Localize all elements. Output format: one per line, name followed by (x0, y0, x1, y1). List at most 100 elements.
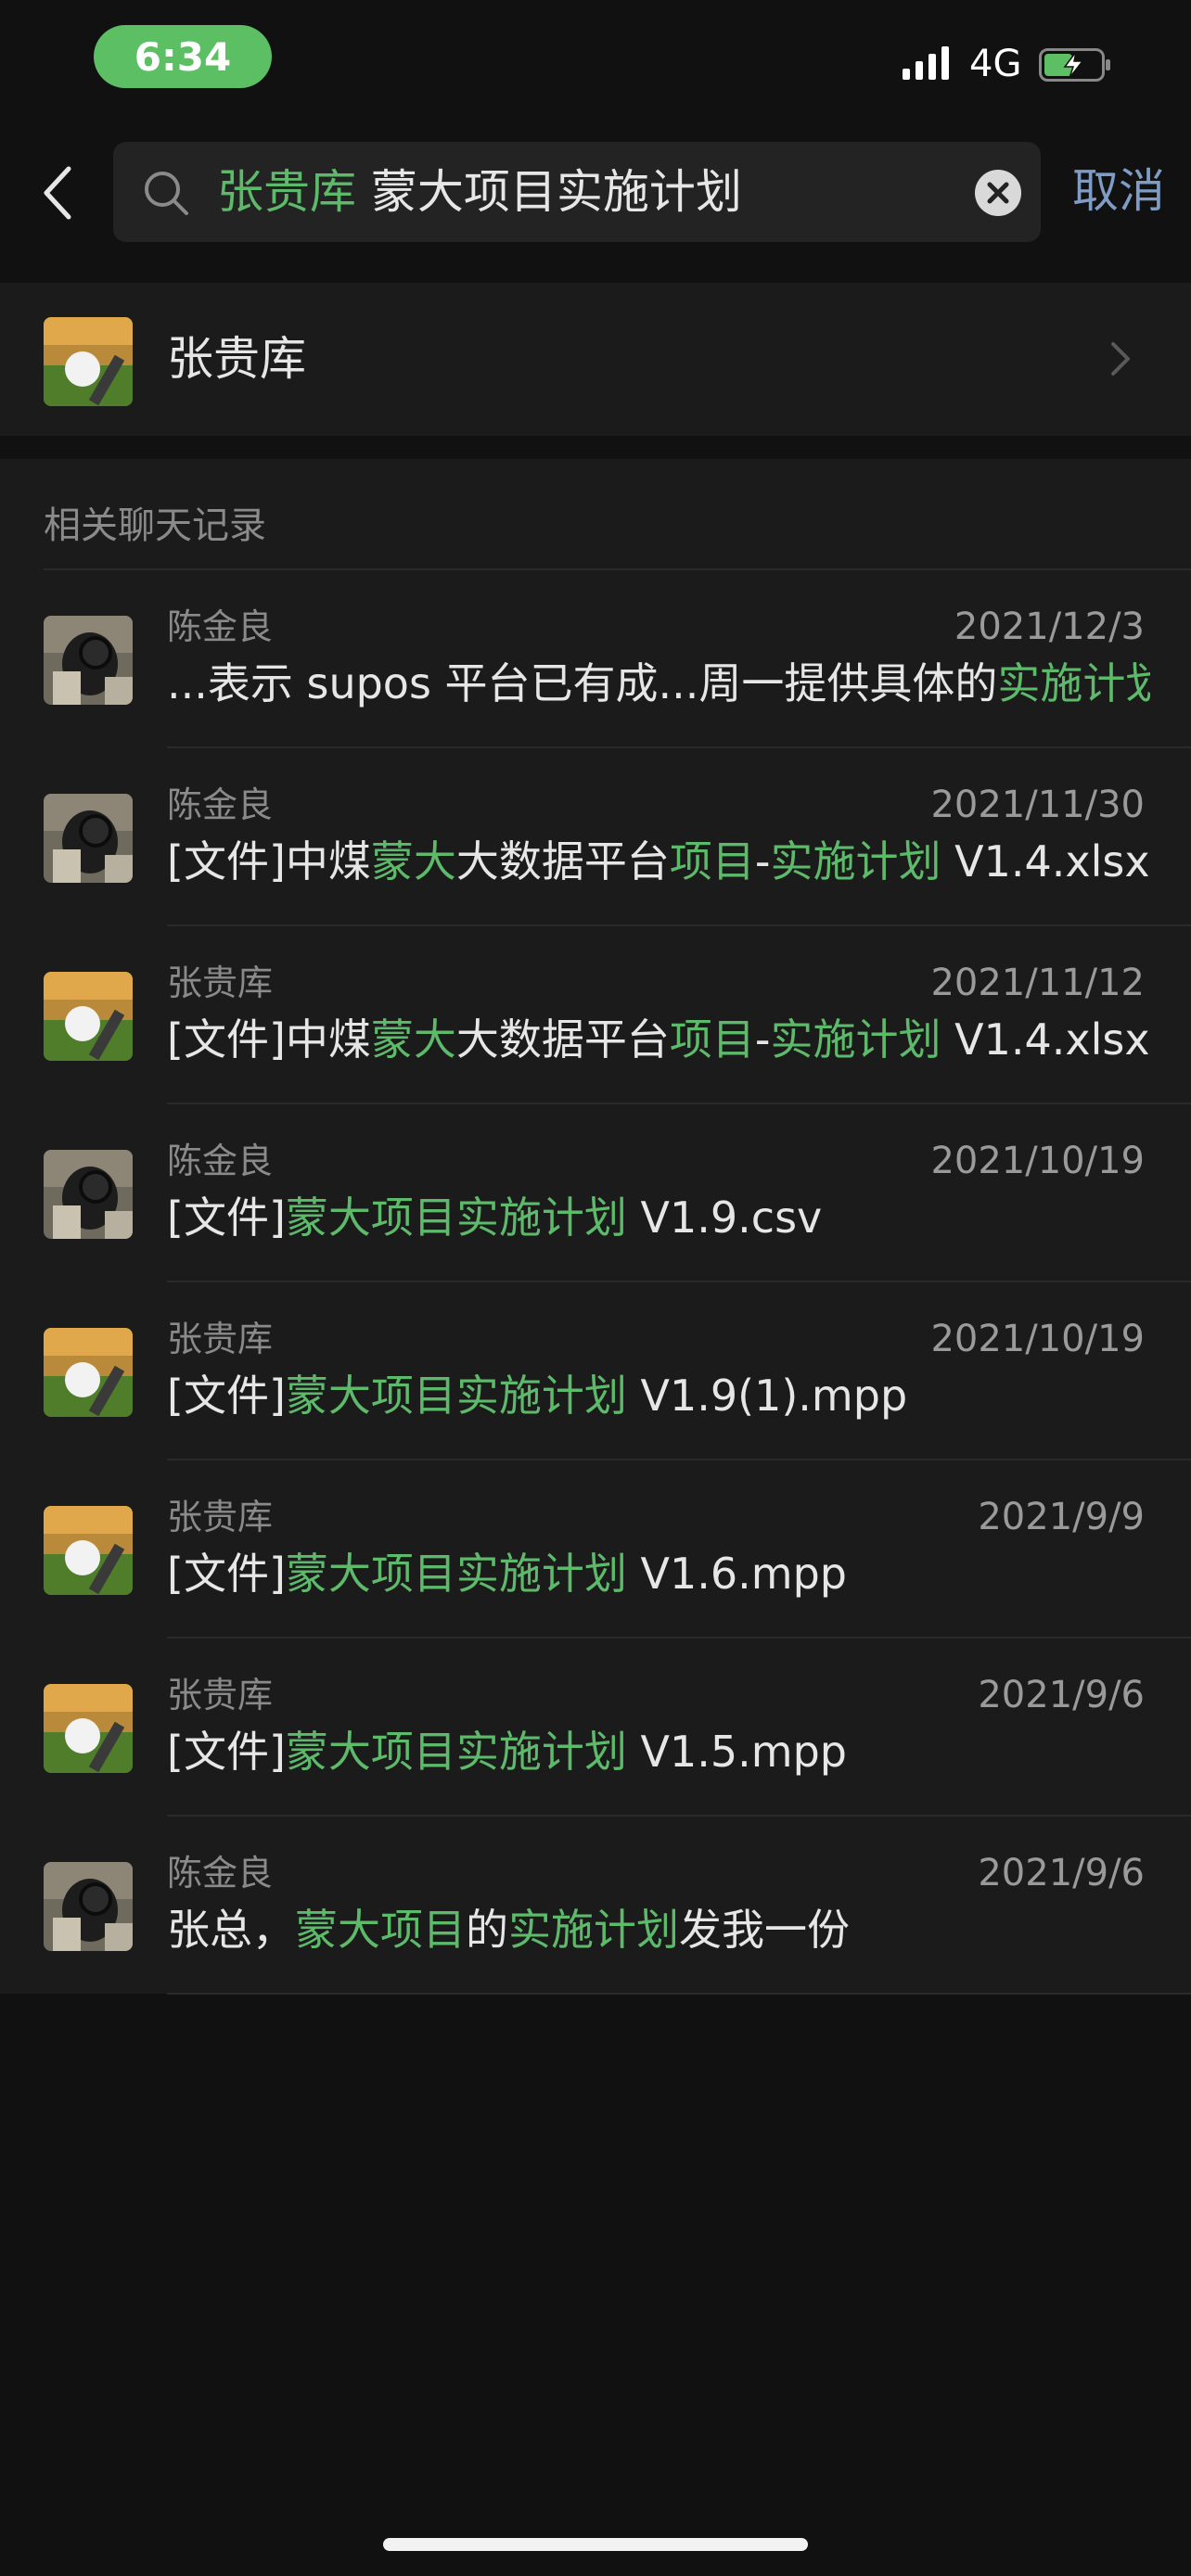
home-indicator[interactable] (383, 2538, 808, 2551)
message-sender: 陈金良 (167, 1853, 274, 1894)
keyword-highlight: 项目 (669, 836, 755, 886)
keyword-highlight: 蒙大 (370, 836, 456, 886)
contact-name: 张贵库 (167, 332, 306, 386)
snippet-text: 张总， (167, 1905, 295, 1955)
message-sender: 陈金良 (167, 1141, 274, 1181)
related-chats-section: 相关聊天记录 陈金良 2021/12/3 ...表示 supos 平台已有成...周… (0, 459, 1191, 1995)
keyword-highlight: 蒙大项目实施计划 (285, 1727, 627, 1777)
message-row[interactable]: 张贵库 2021/9/6 [文件]蒙大项目实施计划 V1.5.mpp (0, 1639, 1191, 1817)
chevron-right-icon (1111, 342, 1130, 376)
keyword-highlight: 蒙大项目 (295, 1905, 466, 1955)
message-snippet: [文件]中煤蒙大大数据平台项目-实施计划 V1.4.xlsx (167, 834, 1150, 889)
snippet-text: [文件] (167, 1371, 286, 1421)
message-snippet: [文件]蒙大项目实施计划 V1.6.mpp (167, 1546, 1150, 1601)
message-row[interactable]: 张贵库 2021/10/19 [文件]蒙大项目实施计划 V1.9(1).mpp (0, 1282, 1191, 1460)
snippet-text: - (754, 1014, 771, 1065)
search-input[interactable]: 张贵库 蒙大项目实施计划 (113, 142, 1041, 242)
keyword-highlight: 项目 (669, 1014, 755, 1065)
snippet-text: V1.9(1).mpp (626, 1371, 908, 1421)
snippet-text: 大数据平台 (455, 836, 670, 886)
keyword-highlight: 实施计划 (997, 658, 1150, 708)
message-snippet: [文件]中煤蒙大大数据平台项目-实施计划 V1.4.xlsx (167, 1012, 1150, 1067)
snippet-text: 的 (466, 1905, 508, 1955)
search-query[interactable]: 张贵库 蒙大项目实施计划 (217, 162, 742, 222)
golf-ball-avatar-icon (44, 1328, 133, 1417)
message-snippet: [文件]蒙大项目实施计划 V1.9(1).mpp (167, 1368, 1150, 1423)
avatar (44, 794, 133, 883)
search-query-contact: 张贵库 (217, 165, 356, 219)
message-row[interactable]: 张贵库 2021/9/9 [文件]蒙大项目实施计划 V1.6.mpp (0, 1460, 1191, 1639)
keyword-highlight: 实施计划 (508, 1905, 679, 1955)
message-snippet: [文件]蒙大项目实施计划 V1.9.csv (167, 1190, 1150, 1245)
keyword-highlight: 蒙大 (370, 1014, 456, 1065)
divider (167, 1993, 1191, 1995)
battery-charging-icon (1039, 48, 1110, 82)
avatar (44, 616, 133, 705)
message-row[interactable]: 陈金良 2021/11/30 [文件]中煤蒙大大数据平台项目-实施计划 V1.4.x… (0, 748, 1191, 926)
contact-result[interactable]: 张贵库 (0, 283, 1191, 436)
avatar (44, 1150, 133, 1239)
message-date: 2021/9/6 (978, 1852, 1145, 1894)
message-date: 2021/12/3 (954, 606, 1145, 648)
avatar (44, 1684, 133, 1773)
section-title: 相关聊天记录 (44, 504, 266, 547)
network-type: 4G (969, 43, 1022, 85)
message-snippet: 张总，蒙大项目的实施计划发我一份 (167, 1902, 1150, 1958)
message-sender: 张贵库 (167, 1675, 274, 1715)
camera-avatar-icon (44, 794, 133, 883)
message-snippet: ...表示 supos 平台已有成...周一提供具体的实施计划 (167, 656, 1150, 711)
back-button[interactable] (37, 159, 80, 226)
signal-icon (903, 46, 949, 80)
snippet-text: [文件] (167, 1727, 286, 1777)
message-row[interactable]: 陈金良 2021/12/3 ...表示 supos 平台已有成...周一提供具体的实… (0, 570, 1191, 748)
message-sender: 张贵库 (167, 963, 274, 1003)
message-sender: 陈金良 (167, 784, 274, 825)
camera-avatar-icon (44, 616, 133, 705)
message-snippet: [文件]蒙大项目实施计划 V1.5.mpp (167, 1724, 1150, 1779)
golf-ball-avatar-icon (44, 1684, 133, 1773)
snippet-text: V1.9.csv (626, 1192, 823, 1243)
message-sender: 张贵库 (167, 1319, 274, 1359)
message-sender: 陈金良 (167, 606, 274, 647)
status-time: 6:34 (94, 25, 272, 88)
snippet-text: 发我一份 (679, 1905, 850, 1955)
camera-avatar-icon (44, 1862, 133, 1951)
clear-search-icon[interactable] (973, 168, 1023, 218)
message-date: 2021/10/19 (930, 1140, 1145, 1182)
keyword-highlight: 实施计划 (770, 836, 941, 886)
message-row[interactable]: 陈金良 2021/9/6 张总，蒙大项目的实施计划发我一份 (0, 1817, 1191, 1995)
snippet-text: V1.4.xlsx (941, 836, 1150, 886)
snippet-text: - (754, 836, 771, 886)
keyword-highlight: 蒙大项目实施计划 (285, 1371, 627, 1421)
message-row[interactable]: 陈金良 2021/10/19 [文件]蒙大项目实施计划 V1.9.csv (0, 1104, 1191, 1282)
snippet-text: V1.6.mpp (626, 1549, 847, 1599)
snippet-text: V1.5.mpp (626, 1727, 847, 1777)
keyword-highlight: 实施计划 (770, 1014, 941, 1065)
golf-ball-avatar-icon (44, 972, 133, 1061)
snippet-text: ...表示 supos 平台已有成...周一提供具体的 (167, 658, 998, 708)
message-date: 2021/9/6 (978, 1674, 1145, 1716)
golf-ball-avatar-icon (44, 1506, 133, 1595)
message-list: 陈金良 2021/12/3 ...表示 supos 平台已有成...周一提供具体的实… (0, 570, 1191, 1995)
message-date: 2021/11/12 (930, 962, 1145, 1004)
message-row[interactable]: 张贵库 2021/11/12 [文件]中煤蒙大大数据平台项目-实施计划 V1.4.x… (0, 926, 1191, 1104)
snippet-text: [文件] (167, 1549, 286, 1599)
avatar (44, 972, 133, 1061)
search-icon (145, 172, 188, 215)
status-bar: 6:34 4G (0, 0, 1191, 121)
golf-ball-avatar-icon (44, 317, 133, 406)
snippet-text: [文件]中煤 (167, 836, 371, 886)
cancel-button[interactable]: 取消 (1072, 158, 1165, 224)
camera-avatar-icon (44, 1150, 133, 1239)
avatar (44, 1862, 133, 1951)
message-date: 2021/10/19 (930, 1318, 1145, 1360)
avatar (44, 1328, 133, 1417)
snippet-text: [文件] (167, 1192, 286, 1243)
snippet-text: V1.4.xlsx (941, 1014, 1150, 1065)
search-query-keywords: 蒙大项目实施计划 (370, 165, 742, 219)
message-date: 2021/9/9 (978, 1496, 1145, 1538)
avatar (44, 1506, 133, 1595)
avatar (44, 317, 133, 406)
message-sender: 张贵库 (167, 1497, 274, 1537)
snippet-text: 大数据平台 (455, 1014, 670, 1065)
